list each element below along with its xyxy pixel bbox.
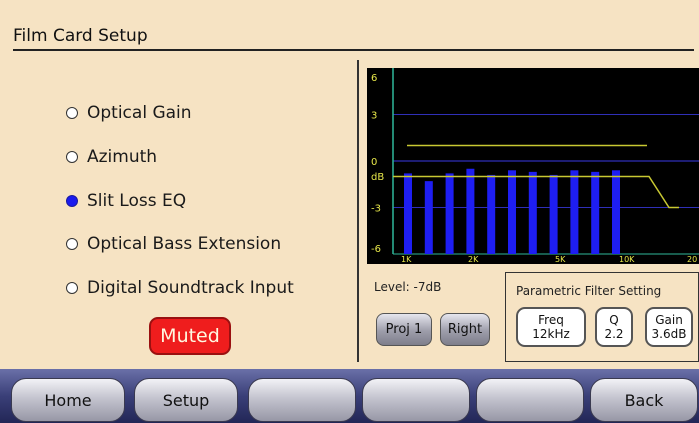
option-label: Optical Gain [87,103,192,123]
parametric-filter-title: Parametric Filter Setting [516,284,662,298]
eq-bar [612,170,620,254]
q-label: Q [609,313,619,327]
q-value: 2.2 [604,327,624,341]
gain-value: 3.6dB [651,327,687,341]
option-label: Azimuth [87,147,158,167]
channel-button[interactable]: Right [440,313,490,346]
option-label: Slit Loss EQ [87,191,187,211]
parametric-filter-panel: Parametric Filter Setting Freq 12kHz Q 2… [505,272,699,362]
freq-label: Freq [538,313,564,327]
y-axis-label: dB [371,172,384,183]
eq-bar [445,173,454,254]
radio-icon [66,282,78,294]
eq-bar [591,171,600,254]
eq-bar [404,173,412,254]
eq-bar [466,168,475,254]
y-tick-label: 6 [371,73,377,84]
x-tick-label: 5K [555,255,566,264]
option-digital-soundtrack-input[interactable]: Digital Soundtrack Input [66,276,294,300]
eq-bar [508,170,516,254]
option-slit-loss-eq[interactable]: Slit Loss EQ [66,189,186,213]
option-optical-gain[interactable]: Optical Gain [66,101,192,125]
x-tick-label: 20 [687,255,697,264]
option-optical-bass-extension[interactable]: Optical Bass Extension [66,232,281,256]
radio-icon [66,151,78,163]
option-azimuth[interactable]: Azimuth [66,145,157,169]
eq-bar [570,170,579,254]
radio-icon [66,238,78,250]
x-tick-label: 2K [468,255,479,264]
blank-button-2[interactable] [362,378,470,422]
x-tick-label: 10K [619,255,635,264]
eq-bar [487,174,496,254]
setup-button[interactable]: Setup [134,378,238,422]
radio-icon [66,107,78,119]
eq-bar [528,171,537,254]
option-label: Optical Bass Extension [87,234,282,254]
y-tick-label: 3 [371,111,377,122]
blank-button-1[interactable] [248,378,356,422]
freq-field[interactable]: Freq 12kHz [516,307,586,347]
title-divider [13,49,694,51]
q-field[interactable]: Q 2.2 [595,307,633,347]
level-readout: Level: -7dB [374,280,442,294]
radio-icon [66,195,78,207]
home-button[interactable]: Home [11,378,125,422]
option-label: Digital Soundtrack Input [87,278,294,298]
eq-chart: 6 3 0 -3 -6 dB 1K 2K 5K 10K 20 [367,68,699,264]
projector-button[interactable]: Proj 1 [376,313,432,346]
y-tick-label: 0 [371,157,377,168]
blank-button-3[interactable] [476,378,584,422]
gain-field[interactable]: Gain 3.6dB [645,307,693,347]
back-button[interactable]: Back [590,378,698,422]
muted-button[interactable]: Muted [149,317,231,355]
gain-label: Gain [655,313,683,327]
eq-bar [424,181,433,254]
page-title: Film Card Setup [13,26,148,46]
x-tick-label: 1K [401,255,412,264]
panel-divider [357,60,359,362]
freq-value: 12kHz [532,327,570,341]
eq-bar [549,174,558,254]
y-tick-label: -6 [371,244,381,255]
y-tick-label: -3 [371,204,381,215]
